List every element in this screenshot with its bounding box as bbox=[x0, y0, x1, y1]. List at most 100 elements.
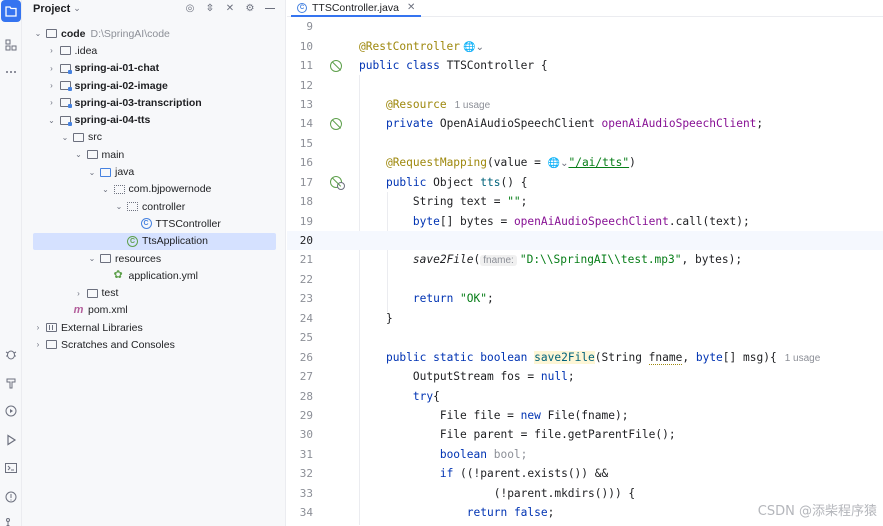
line-number: 23 bbox=[299, 292, 313, 306]
tree-item[interactable]: › spring-ai-03-transcription bbox=[22, 94, 285, 111]
chevron-down-icon[interactable]: ⌄ bbox=[73, 3, 81, 14]
line-number: 19 bbox=[299, 214, 313, 228]
project-panel-header[interactable]: Project ⌄ ◎ ⇳ ✕ ⚙ — bbox=[22, 0, 285, 17]
tree-item[interactable]: m pom.xml bbox=[22, 302, 285, 319]
code-line: 23 return "OK"; bbox=[287, 289, 883, 308]
structure-icon[interactable] bbox=[0, 34, 22, 56]
code-line: 22 bbox=[287, 270, 883, 289]
terminal-icon[interactable] bbox=[0, 457, 22, 479]
tree-item[interactable]: › External Libraries bbox=[22, 319, 285, 336]
chevron-down-icon[interactable]: ⌄ bbox=[47, 116, 57, 125]
chevron-down-icon[interactable]: ⌄ bbox=[33, 29, 43, 38]
close-icon[interactable]: ✕ bbox=[223, 1, 237, 15]
chevron-down-icon[interactable]: ⌄ bbox=[114, 202, 124, 211]
tree-item[interactable]: ⌄ spring-ai-04-tts bbox=[22, 111, 285, 128]
build-icon[interactable] bbox=[0, 372, 22, 394]
editor-tab[interactable]: C TTSController.java ✕ bbox=[291, 0, 422, 17]
code-line: 29 File file = new File(fname); bbox=[287, 406, 883, 425]
tree-item[interactable]: › Scratches and Consoles bbox=[22, 336, 285, 353]
tree-item[interactable]: › test bbox=[22, 284, 285, 301]
services-icon[interactable] bbox=[0, 400, 22, 422]
target-icon[interactable]: ◎ bbox=[183, 1, 197, 15]
tree-item[interactable]: C TTSController bbox=[22, 215, 285, 232]
tree-item[interactable]: ⌄ resources bbox=[22, 250, 285, 267]
spring-bean-gutter-icon[interactable] bbox=[330, 117, 342, 130]
tree-item[interactable]: ⌄ java bbox=[22, 163, 285, 180]
git-icon[interactable] bbox=[0, 512, 22, 526]
module-icon bbox=[59, 81, 72, 92]
code-line: 21 save2File(fname: "D:\\SpringAI\\test.m… bbox=[287, 250, 883, 269]
code-area[interactable]: 9 10 @RestController 🌐⌄ 11 public class … bbox=[287, 17, 883, 525]
tree-item[interactable]: C TtsApplication bbox=[33, 232, 276, 250]
problems-icon[interactable] bbox=[0, 486, 22, 508]
url-string[interactable]: "/ai/tts" bbox=[568, 156, 629, 169]
folder-icon bbox=[46, 29, 57, 39]
debug-icon[interactable] bbox=[0, 343, 22, 365]
line-number: 10 bbox=[299, 39, 313, 53]
folder-icon bbox=[59, 46, 71, 56]
project-icon[interactable] bbox=[1, 0, 21, 22]
tree-item[interactable]: › .idea bbox=[22, 42, 285, 59]
chevron-right-icon[interactable]: › bbox=[74, 289, 84, 298]
chevron-right-icon[interactable]: › bbox=[33, 323, 43, 332]
watermark: CSDN @添柴程序猿 bbox=[757, 504, 877, 519]
line-number: 25 bbox=[299, 331, 313, 345]
tree-item[interactable]: ✿ application.yml bbox=[22, 267, 285, 284]
chevron-down-icon[interactable]: ⌄ bbox=[101, 185, 111, 194]
keyword: public bbox=[359, 59, 400, 73]
tree-item[interactable]: ⌄ src bbox=[22, 129, 285, 146]
code-line: 13 @Resource 1 usage bbox=[287, 95, 883, 114]
scratches-icon bbox=[46, 340, 57, 350]
spring-boot-class-icon: C bbox=[127, 235, 138, 247]
code-line: 15 bbox=[287, 134, 883, 153]
close-tab-icon[interactable]: ✕ bbox=[407, 2, 415, 13]
usage-hint[interactable]: 1 usage bbox=[785, 353, 821, 364]
project-panel-title[interactable]: Project bbox=[33, 3, 70, 15]
code-line: 17 public Object tts() { bbox=[287, 173, 883, 192]
chevron-right-icon[interactable]: › bbox=[33, 340, 43, 349]
code-line: 16 @RequestMapping(value = 🌐⌄"/ai/tts") bbox=[287, 153, 883, 172]
code-line: 32 if ((!parent.exists()) && bbox=[287, 464, 883, 483]
line-number: 12 bbox=[299, 78, 313, 92]
usage-hint[interactable]: 1 usage bbox=[455, 100, 491, 111]
gear-icon[interactable]: ⚙ bbox=[243, 1, 257, 15]
chevron-down-icon[interactable]: ⌄ bbox=[60, 133, 70, 142]
spring-bean-gutter-icon[interactable] bbox=[330, 59, 342, 72]
tree-item[interactable]: ⌄ main bbox=[22, 146, 285, 163]
java-class-icon: C bbox=[297, 2, 307, 13]
field-name: openAiAudioSpeechClient bbox=[601, 117, 757, 131]
expand-icon[interactable]: ⇳ bbox=[203, 1, 217, 15]
tree-item-label: resources bbox=[115, 252, 162, 265]
endpoint-gutter-icon[interactable] bbox=[330, 176, 345, 191]
tree-item[interactable]: ⌄ code D:\SpringAI\code bbox=[22, 25, 285, 42]
source-folder-icon bbox=[100, 167, 111, 177]
line-number: 14 bbox=[299, 117, 313, 131]
maven-icon: m bbox=[73, 304, 84, 317]
chevron-right-icon[interactable]: › bbox=[47, 64, 57, 73]
tree-item-label: controller bbox=[142, 200, 186, 213]
chevron-right-icon[interactable]: › bbox=[47, 46, 57, 55]
minimize-icon[interactable]: — bbox=[263, 1, 277, 15]
chevron-down-icon[interactable]: ⌄ bbox=[74, 150, 84, 159]
module-icon bbox=[59, 63, 72, 74]
line-number: 27 bbox=[299, 370, 313, 384]
code-line: 30 File parent = file.getParentFile(); bbox=[287, 425, 883, 444]
tree-item[interactable]: › spring-ai-01-chat bbox=[22, 60, 285, 77]
tree-item[interactable]: ⌄ controller bbox=[22, 198, 285, 215]
globe-icon[interactable]: 🌐⌄ bbox=[460, 42, 484, 53]
chevron-right-icon[interactable]: › bbox=[47, 98, 57, 107]
chevron-down-icon[interactable]: ⌄ bbox=[87, 254, 97, 263]
activity-bar bbox=[0, 0, 22, 526]
run-icon[interactable] bbox=[0, 429, 22, 451]
globe-icon[interactable]: 🌐⌄ bbox=[548, 158, 569, 169]
tree-item[interactable]: › spring-ai-02-image bbox=[22, 77, 285, 94]
project-tree: ⌄ code D:\SpringAI\code › .idea › spring-ai-01… bbox=[22, 25, 285, 354]
tree-item[interactable]: ⌄ com.bjpowernode bbox=[22, 181, 285, 198]
chevron-down-icon[interactable]: ⌄ bbox=[87, 168, 97, 177]
line-number: 33 bbox=[299, 486, 313, 500]
chevron-right-icon[interactable]: › bbox=[47, 81, 57, 90]
more-icon[interactable] bbox=[0, 61, 22, 83]
code-line: 26 public static boolean save2File(Strin… bbox=[287, 347, 883, 366]
tree-item-label: java bbox=[115, 166, 135, 179]
tree-item-path: D:\SpringAI\code bbox=[90, 27, 170, 40]
